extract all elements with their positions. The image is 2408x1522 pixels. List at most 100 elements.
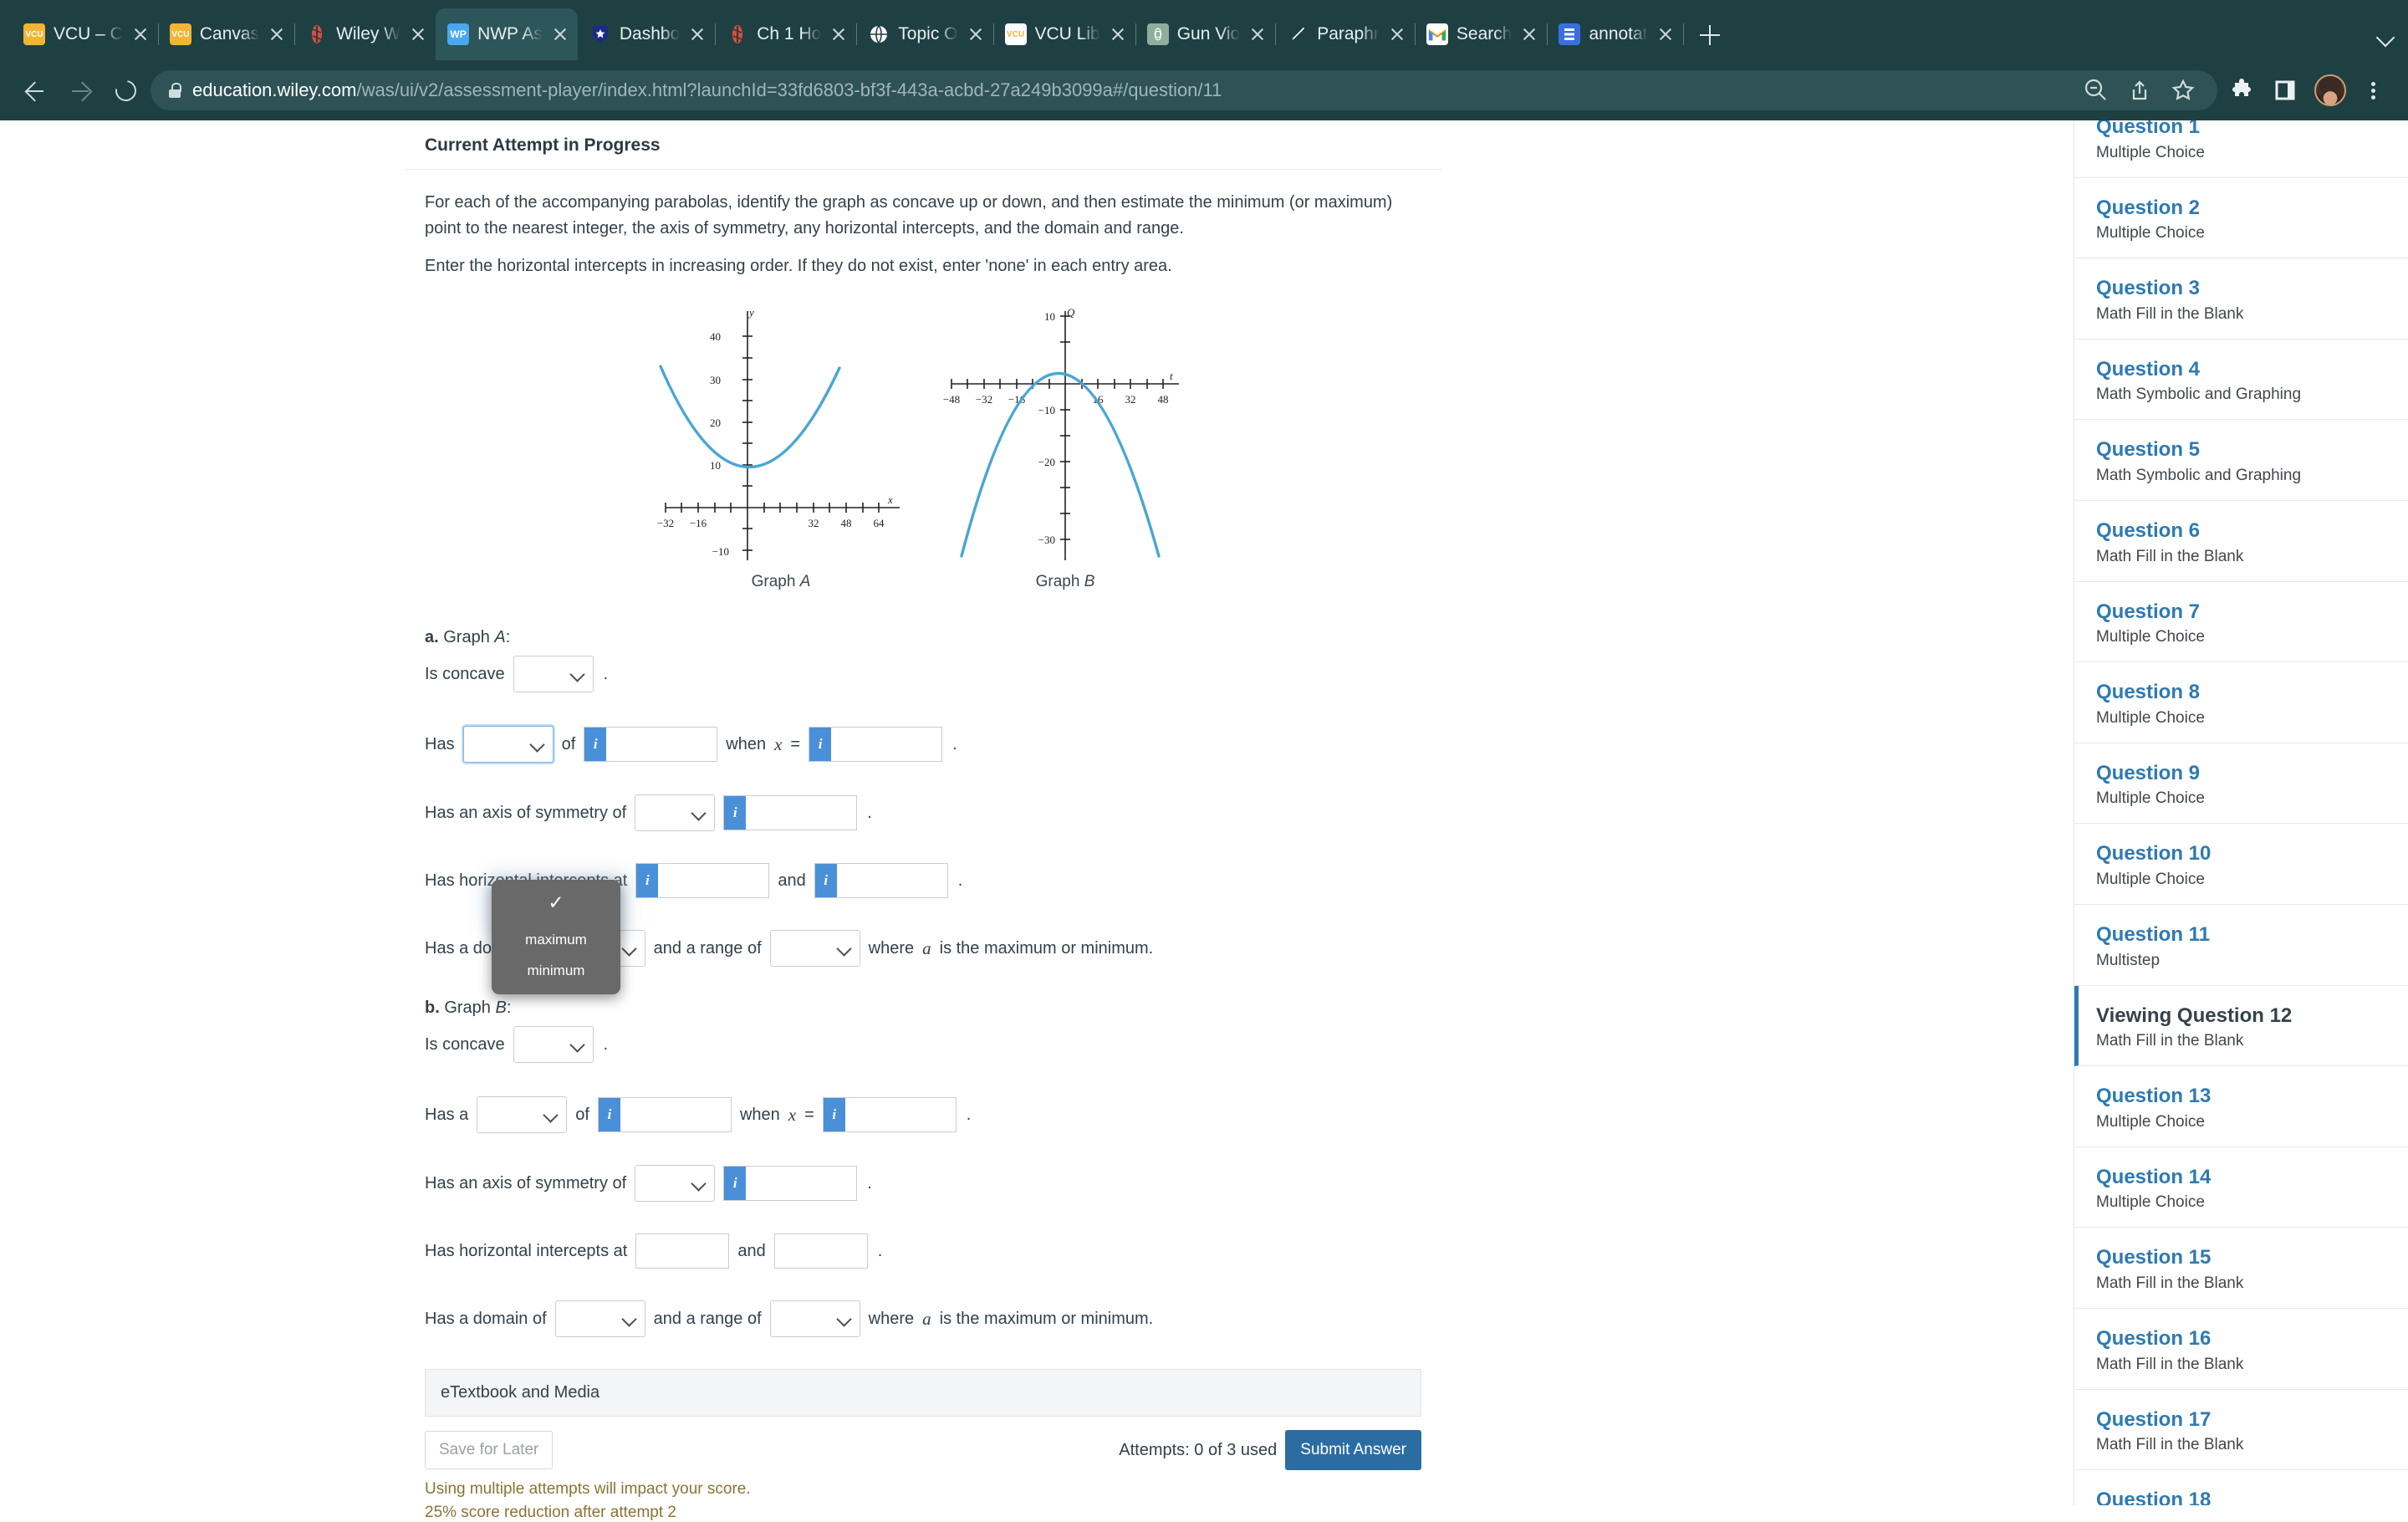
address-bar[interactable]: education.wiley.com/was/ui/v2/assessment…: [150, 70, 2217, 110]
part-a-when-value-input[interactable]: [831, 728, 942, 761]
qnav-item-4[interactable]: Question 4 Math Symbolic and Graphing: [2074, 340, 2408, 421]
math-info-icon[interactable]: i: [584, 728, 607, 761]
browser-tab[interactable]: VCU VCU – C: [12, 8, 159, 60]
part-a-when-value-box[interactable]: i: [809, 727, 943, 762]
part-a-extremum-select[interactable]: maximumminimum: [462, 726, 554, 763]
math-info-icon[interactable]: i: [814, 864, 837, 897]
part-a-intercept-2-box[interactable]: i: [814, 863, 948, 898]
part-b-when-value-box[interactable]: i: [822, 1097, 957, 1132]
close-icon[interactable]: [551, 25, 569, 43]
browser-tab[interactable]: Dashbo: [578, 8, 717, 60]
qnav-item-18[interactable]: Question 18 Multistep: [2074, 1470, 2408, 1505]
submit-answer-button[interactable]: Submit Answer: [1285, 1430, 1421, 1470]
new-tab-button[interactable]: [1693, 18, 1727, 52]
math-info-icon[interactable]: i: [724, 796, 747, 830]
close-icon[interactable]: [1109, 25, 1127, 43]
browser-tab[interactable]: Paraphr: [1275, 8, 1416, 60]
part-b-concave-select[interactable]: updown: [513, 1026, 594, 1063]
close-icon[interactable]: [1520, 25, 1538, 43]
qnav-item-6[interactable]: Question 6 Math Fill in the Blank: [2074, 501, 2408, 582]
close-icon[interactable]: [829, 25, 848, 43]
browser-tab[interactable]: Topic O: [856, 8, 994, 60]
browser-tab[interactable]: VCU Canvas: [158, 8, 296, 60]
part-b-domain-select[interactable]: [554, 1300, 645, 1337]
math-info-icon[interactable]: i: [724, 1167, 747, 1200]
part-a-intercept-1-box[interactable]: i: [635, 863, 770, 898]
zoom-out-icon[interactable]: [2077, 71, 2115, 110]
part-b-axis-value-input[interactable]: [746, 1167, 857, 1200]
close-icon[interactable]: [967, 25, 985, 43]
part-a-extremum-value-box[interactable]: i: [584, 727, 718, 762]
reload-button[interactable]: [105, 70, 145, 110]
math-info-icon[interactable]: i: [809, 728, 832, 761]
qnav-item-5[interactable]: Question 5 Math Symbolic and Graphing: [2074, 420, 2408, 501]
browser-tab[interactable]: annotat: [1547, 8, 1684, 60]
qnav-item-13[interactable]: Question 13 Multiple Choice: [2074, 1066, 2408, 1147]
browser-tab[interactable]: Search: [1415, 8, 1548, 60]
math-info-icon[interactable]: i: [823, 1098, 845, 1131]
qnav-item-3[interactable]: Question 3 Math Fill in the Blank: [2074, 258, 2408, 340]
part-b-extremum-value-box[interactable]: i: [597, 1097, 732, 1132]
native-select-popup[interactable]: ✓ maximum minimum: [492, 880, 620, 994]
part-a-extremum-value-input[interactable]: [606, 728, 717, 761]
close-icon[interactable]: [268, 25, 286, 43]
save-for-later-button[interactable]: Save for Later: [425, 1431, 554, 1469]
part-a-concave-select[interactable]: updown: [513, 656, 594, 692]
math-info-icon[interactable]: i: [598, 1098, 620, 1131]
browser-tab-active[interactable]: WP NWP As: [436, 8, 578, 60]
part-b-extremum-value-input[interactable]: [620, 1098, 731, 1131]
question-navigator[interactable]: Question 1 Multiple Choice Question 2 Mu…: [2074, 120, 2408, 1505]
browser-tab[interactable]: VCU VCU Lib: [993, 8, 1136, 60]
close-icon[interactable]: [688, 25, 707, 43]
qnav-item-8[interactable]: Question 8 Multiple Choice: [2074, 662, 2408, 743]
back-button[interactable]: [15, 70, 55, 110]
qnav-item-9[interactable]: Question 9 Multiple Choice: [2074, 743, 2408, 825]
chrome-menu-icon[interactable]: [2356, 71, 2390, 110]
select-option-maximum[interactable]: maximum: [492, 924, 620, 955]
qnav-item-2[interactable]: Question 2 Multiple Choice: [2074, 178, 2408, 259]
part-a-intercept-1-input[interactable]: [658, 864, 769, 897]
close-icon[interactable]: [1388, 25, 1406, 43]
part-b-when-value-input[interactable]: [844, 1098, 956, 1131]
etextbook-and-media-bar[interactable]: eTextbook and Media: [425, 1369, 1421, 1417]
chevron-down-icon[interactable]: [2371, 22, 2400, 50]
browser-tab[interactable]: Gun Vio: [1135, 8, 1277, 60]
part-b-intercept-2-box[interactable]: [773, 1233, 868, 1269]
browser-tab[interactable]: Ch 1 Ho: [715, 8, 858, 60]
part-b-extremum-select[interactable]: maximumminimum: [477, 1096, 568, 1133]
close-icon[interactable]: [131, 25, 150, 43]
bookmark-star-icon[interactable]: [2164, 71, 2202, 110]
close-icon[interactable]: [1248, 25, 1267, 43]
side-panel-icon[interactable]: [2266, 71, 2304, 110]
part-b-intercept-1-input[interactable]: [636, 1234, 729, 1268]
part-a-intercept-2-input[interactable]: [836, 864, 947, 897]
qnav-item-16[interactable]: Question 16 Math Fill in the Blank: [2074, 1309, 2408, 1390]
part-a-axis-value-box[interactable]: i: [723, 795, 858, 830]
close-icon[interactable]: [1656, 25, 1675, 43]
qnav-item-7[interactable]: Question 7 Multiple Choice: [2074, 582, 2408, 663]
extensions-puzzle-icon[interactable]: [2222, 71, 2261, 110]
share-icon[interactable]: [2120, 71, 2159, 110]
profile-avatar[interactable]: [2314, 74, 2346, 106]
part-b-intercept-1-box[interactable]: [635, 1233, 730, 1269]
qnav-item-11[interactable]: Question 11 Multistep: [2074, 905, 2408, 986]
qnav-item-14[interactable]: Question 14 Multiple Choice: [2074, 1147, 2408, 1228]
qnav-item-12-current[interactable]: Viewing Question 12 Math Fill in the Bla…: [2074, 985, 2408, 1067]
qnav-item-10[interactable]: Question 10 Multiple Choice: [2074, 824, 2408, 905]
qnav-item-17[interactable]: Question 17 Math Fill in the Blank: [2074, 1390, 2408, 1471]
close-icon[interactable]: [409, 25, 427, 43]
part-a-axis-select[interactable]: xy: [635, 794, 716, 831]
qnav-item-15[interactable]: Question 15 Math Fill in the Blank: [2074, 1228, 2408, 1309]
part-a-axis-value-input[interactable]: [746, 796, 857, 830]
part-b-range-select[interactable]: [769, 1300, 860, 1337]
qnav-item-1[interactable]: Question 1 Multiple Choice: [2074, 120, 2408, 178]
part-b-axis-value-box[interactable]: i: [723, 1166, 858, 1201]
math-info-icon[interactable]: i: [636, 864, 659, 897]
part-a-range-select[interactable]: [769, 930, 860, 967]
part-b-intercept-2-input[interactable]: [774, 1234, 867, 1268]
select-option-checkmark[interactable]: ✓: [492, 886, 620, 924]
part-b-axis-select[interactable]: xt: [635, 1165, 716, 1202]
select-option-minimum[interactable]: minimum: [492, 955, 620, 986]
forward-button[interactable]: [60, 70, 100, 110]
browser-tab[interactable]: Wiley W: [294, 8, 437, 60]
